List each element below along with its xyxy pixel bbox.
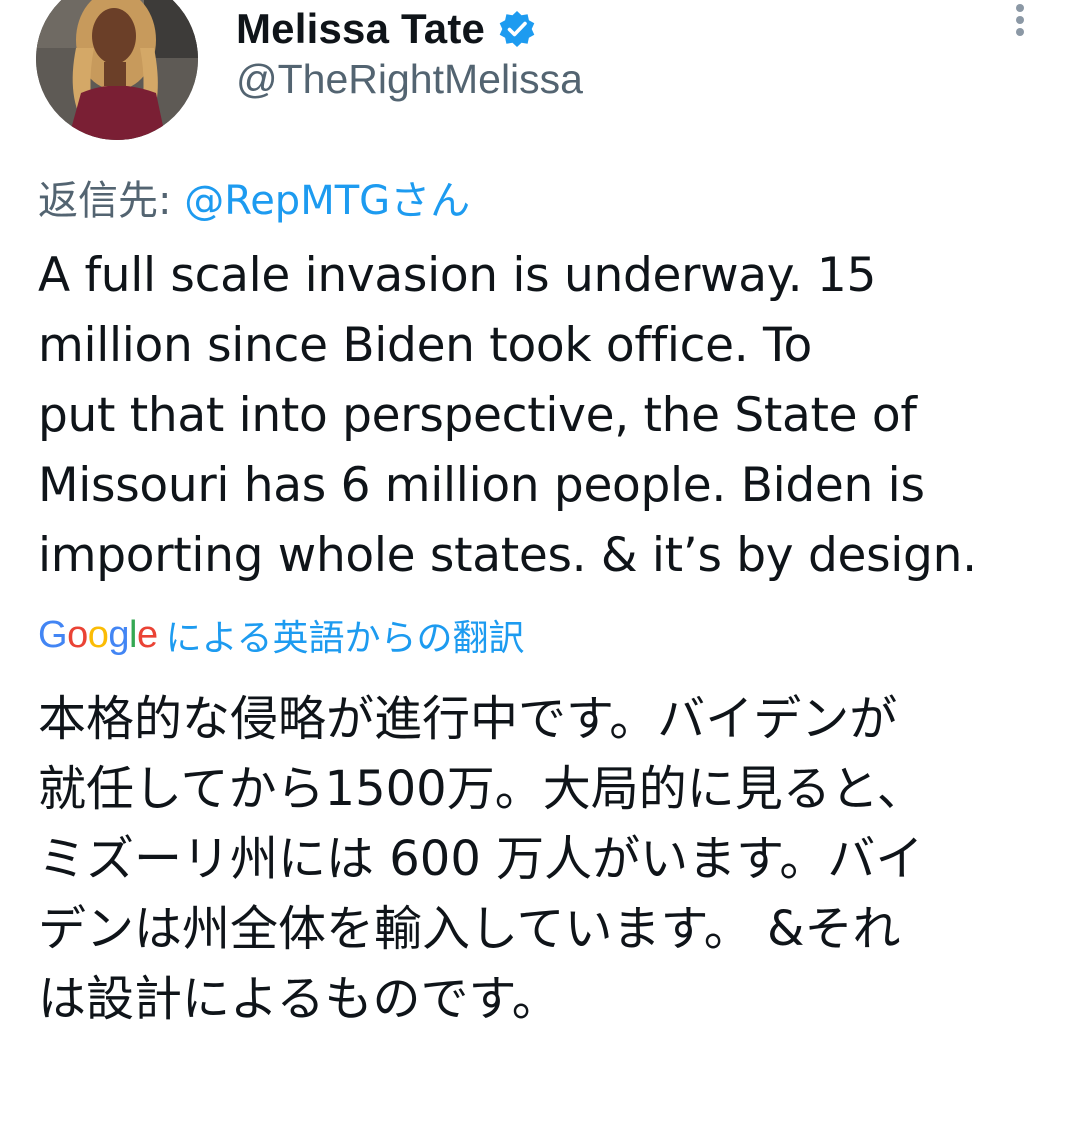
translated-text-line: 本格的な侵略が進行中です。バイデンが <box>38 691 898 747</box>
tweet-text-line: Missouri has 6 million people. Biden is <box>38 458 925 513</box>
tweet-text-line: A full scale invasion is underway. 15 <box>38 248 877 303</box>
translation-attribution[interactable]: Google による英語からの翻訳 <box>38 610 525 660</box>
author-display-name[interactable]: Melissa Tate <box>236 5 485 53</box>
translated-text-line: ミズーリ州には 600 万人がいます。バイ <box>38 831 924 887</box>
tweet-text-line: importing whole states. & it’s by design… <box>38 528 977 583</box>
avatar-image <box>36 0 198 140</box>
translated-text-line: は設計によるものです。 <box>38 971 560 1027</box>
translated-text-line: 就任してから1500万。大局的に見ると、 <box>38 761 925 817</box>
verified-badge-icon <box>497 9 537 49</box>
tweet: Melissa Tate @TheRightMelissa 返信先: @RepM… <box>0 0 1080 1122</box>
translated-text: 本格的な侵略が進行中です。バイデンが 就任してから1500万。大局的に見ると、 … <box>38 684 1048 1034</box>
reply-to: 返信先: @RepMTGさん <box>38 168 470 226</box>
author-name-row: Melissa Tate <box>236 0 537 58</box>
translated-text-line: デンは州全体を輸入しています。 &それ <box>38 901 901 957</box>
google-logo: Google <box>38 613 158 656</box>
more-vertical-icon[interactable] <box>1008 4 1032 44</box>
tweet-text-line: million since Biden took office. To <box>38 318 812 373</box>
author-handle[interactable]: @TheRightMelissa <box>236 56 583 103</box>
reply-target-link[interactable]: @RepMTGさん <box>184 178 470 224</box>
avatar[interactable] <box>36 0 198 140</box>
tweet-text-line: put that into perspective, the State of <box>38 388 917 443</box>
tweet-text: A full scale invasion is underway. 15 mi… <box>38 241 1048 591</box>
translation-label[interactable]: による英語からの翻訳 <box>166 609 525 661</box>
reply-prefix: 返信先: <box>38 178 185 224</box>
